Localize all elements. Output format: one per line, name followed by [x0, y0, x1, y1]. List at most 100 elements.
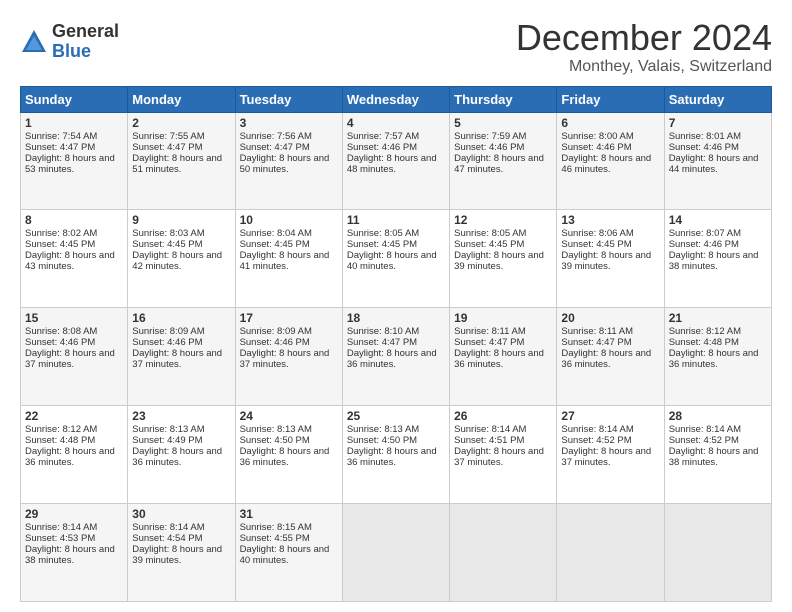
- day-number: 3: [240, 116, 338, 130]
- sunrise-text: Sunrise: 8:11 AM: [454, 326, 552, 337]
- daylight-text: Daylight: 8 hours and 53 minutes.: [25, 153, 123, 175]
- calendar-cell: 28Sunrise: 8:14 AMSunset: 4:52 PMDayligh…: [664, 406, 771, 504]
- calendar-cell: 20Sunrise: 8:11 AMSunset: 4:47 PMDayligh…: [557, 308, 664, 406]
- calendar-cell: 12Sunrise: 8:05 AMSunset: 4:45 PMDayligh…: [450, 210, 557, 308]
- sunrise-text: Sunrise: 8:13 AM: [240, 424, 338, 435]
- daylight-text: Daylight: 8 hours and 37 minutes.: [132, 348, 230, 370]
- sunset-text: Sunset: 4:46 PM: [454, 142, 552, 153]
- sunset-text: Sunset: 4:47 PM: [347, 337, 445, 348]
- daylight-text: Daylight: 8 hours and 39 minutes.: [561, 250, 659, 272]
- calendar-cell: 10Sunrise: 8:04 AMSunset: 4:45 PMDayligh…: [235, 210, 342, 308]
- day-number: 20: [561, 311, 659, 325]
- calendar-cell: 9Sunrise: 8:03 AMSunset: 4:45 PMDaylight…: [128, 210, 235, 308]
- sunrise-text: Sunrise: 8:02 AM: [25, 228, 123, 239]
- sunrise-text: Sunrise: 8:14 AM: [454, 424, 552, 435]
- daylight-text: Daylight: 8 hours and 36 minutes.: [454, 348, 552, 370]
- calendar-cell: 29Sunrise: 8:14 AMSunset: 4:53 PMDayligh…: [21, 504, 128, 602]
- daylight-text: Daylight: 8 hours and 44 minutes.: [669, 153, 767, 175]
- calendar-cell: 23Sunrise: 8:13 AMSunset: 4:49 PMDayligh…: [128, 406, 235, 504]
- sunrise-text: Sunrise: 8:05 AM: [347, 228, 445, 239]
- logo-text: General Blue: [52, 22, 119, 62]
- day-number: 21: [669, 311, 767, 325]
- daylight-text: Daylight: 8 hours and 37 minutes.: [561, 446, 659, 468]
- sunrise-text: Sunrise: 8:01 AM: [669, 131, 767, 142]
- calendar-cell: 7Sunrise: 8:01 AMSunset: 4:46 PMDaylight…: [664, 112, 771, 210]
- daylight-text: Daylight: 8 hours and 39 minutes.: [132, 544, 230, 566]
- day-number: 4: [347, 116, 445, 130]
- title-section: December 2024 Monthey, Valais, Switzerla…: [516, 18, 772, 76]
- logo: General Blue: [20, 22, 119, 62]
- day-number: 22: [25, 409, 123, 423]
- logo-general: General: [52, 22, 119, 42]
- logo-icon: [20, 28, 48, 56]
- daylight-text: Daylight: 8 hours and 36 minutes.: [669, 348, 767, 370]
- calendar-header-wednesday: Wednesday: [342, 86, 449, 112]
- calendar-cell: 30Sunrise: 8:14 AMSunset: 4:54 PMDayligh…: [128, 504, 235, 602]
- sunrise-text: Sunrise: 8:10 AM: [347, 326, 445, 337]
- day-number: 29: [25, 507, 123, 521]
- sunset-text: Sunset: 4:45 PM: [132, 239, 230, 250]
- calendar-cell: [664, 504, 771, 602]
- daylight-text: Daylight: 8 hours and 37 minutes.: [240, 348, 338, 370]
- daylight-text: Daylight: 8 hours and 40 minutes.: [347, 250, 445, 272]
- day-number: 12: [454, 213, 552, 227]
- sunset-text: Sunset: 4:47 PM: [561, 337, 659, 348]
- calendar-cell: 3Sunrise: 7:56 AMSunset: 4:47 PMDaylight…: [235, 112, 342, 210]
- calendar-cell: 8Sunrise: 8:02 AMSunset: 4:45 PMDaylight…: [21, 210, 128, 308]
- sunrise-text: Sunrise: 8:00 AM: [561, 131, 659, 142]
- daylight-text: Daylight: 8 hours and 51 minutes.: [132, 153, 230, 175]
- day-number: 25: [347, 409, 445, 423]
- day-number: 26: [454, 409, 552, 423]
- calendar-cell: [557, 504, 664, 602]
- day-number: 5: [454, 116, 552, 130]
- sunset-text: Sunset: 4:52 PM: [669, 435, 767, 446]
- daylight-text: Daylight: 8 hours and 41 minutes.: [240, 250, 338, 272]
- sunset-text: Sunset: 4:45 PM: [25, 239, 123, 250]
- calendar-cell: 5Sunrise: 7:59 AMSunset: 4:46 PMDaylight…: [450, 112, 557, 210]
- calendar-cell: 15Sunrise: 8:08 AMSunset: 4:46 PMDayligh…: [21, 308, 128, 406]
- calendar-header-saturday: Saturday: [664, 86, 771, 112]
- logo-blue: Blue: [52, 42, 119, 62]
- daylight-text: Daylight: 8 hours and 46 minutes.: [561, 153, 659, 175]
- sunset-text: Sunset: 4:45 PM: [347, 239, 445, 250]
- day-number: 28: [669, 409, 767, 423]
- calendar-week-5: 29Sunrise: 8:14 AMSunset: 4:53 PMDayligh…: [21, 504, 772, 602]
- sunrise-text: Sunrise: 8:09 AM: [132, 326, 230, 337]
- calendar-cell: 2Sunrise: 7:55 AMSunset: 4:47 PMDaylight…: [128, 112, 235, 210]
- daylight-text: Daylight: 8 hours and 48 minutes.: [347, 153, 445, 175]
- sunset-text: Sunset: 4:49 PM: [132, 435, 230, 446]
- sunset-text: Sunset: 4:52 PM: [561, 435, 659, 446]
- calendar-header-tuesday: Tuesday: [235, 86, 342, 112]
- calendar-cell: 17Sunrise: 8:09 AMSunset: 4:46 PMDayligh…: [235, 308, 342, 406]
- sunrise-text: Sunrise: 7:57 AM: [347, 131, 445, 142]
- day-number: 9: [132, 213, 230, 227]
- sunset-text: Sunset: 4:46 PM: [669, 142, 767, 153]
- sunset-text: Sunset: 4:55 PM: [240, 533, 338, 544]
- daylight-text: Daylight: 8 hours and 37 minutes.: [25, 348, 123, 370]
- daylight-text: Daylight: 8 hours and 42 minutes.: [132, 250, 230, 272]
- sunrise-text: Sunrise: 8:07 AM: [669, 228, 767, 239]
- calendar-cell: 18Sunrise: 8:10 AMSunset: 4:47 PMDayligh…: [342, 308, 449, 406]
- sunrise-text: Sunrise: 8:14 AM: [561, 424, 659, 435]
- calendar-cell: 1Sunrise: 7:54 AMSunset: 4:47 PMDaylight…: [21, 112, 128, 210]
- day-number: 19: [454, 311, 552, 325]
- sunrise-text: Sunrise: 8:12 AM: [669, 326, 767, 337]
- sunset-text: Sunset: 4:50 PM: [240, 435, 338, 446]
- day-number: 2: [132, 116, 230, 130]
- calendar-cell: 4Sunrise: 7:57 AMSunset: 4:46 PMDaylight…: [342, 112, 449, 210]
- subtitle: Monthey, Valais, Switzerland: [516, 58, 772, 76]
- daylight-text: Daylight: 8 hours and 36 minutes.: [25, 446, 123, 468]
- sunrise-text: Sunrise: 8:05 AM: [454, 228, 552, 239]
- day-number: 6: [561, 116, 659, 130]
- sunset-text: Sunset: 4:46 PM: [240, 337, 338, 348]
- daylight-text: Daylight: 8 hours and 36 minutes.: [347, 446, 445, 468]
- day-number: 24: [240, 409, 338, 423]
- calendar-week-4: 22Sunrise: 8:12 AMSunset: 4:48 PMDayligh…: [21, 406, 772, 504]
- calendar-header-row: SundayMondayTuesdayWednesdayThursdayFrid…: [21, 86, 772, 112]
- day-number: 30: [132, 507, 230, 521]
- sunrise-text: Sunrise: 8:09 AM: [240, 326, 338, 337]
- sunset-text: Sunset: 4:47 PM: [132, 142, 230, 153]
- page: General Blue December 2024 Monthey, Vala…: [0, 0, 792, 612]
- calendar-cell: 22Sunrise: 8:12 AMSunset: 4:48 PMDayligh…: [21, 406, 128, 504]
- main-title: December 2024: [516, 18, 772, 58]
